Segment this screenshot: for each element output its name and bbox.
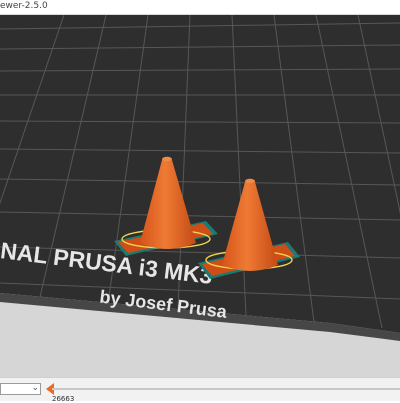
title-bar: ewer-2.5.0: [0, 0, 400, 15]
chevron-down-icon[interactable]: ⌄: [31, 383, 39, 393]
horizontal-slider[interactable]: [52, 388, 400, 390]
slider-value: 26663: [52, 395, 75, 403]
bottom-panel: ⌄ 26663: [0, 377, 400, 403]
layer-select[interactable]: ⌄: [0, 383, 41, 395]
3d-viewport[interactable]: NAL PRUSA i3 MK3 by Josef Prusa: [0, 15, 400, 377]
window-title: ewer-2.5.0: [0, 1, 48, 11]
print-bed-scene[interactable]: NAL PRUSA i3 MK3 by Josef Prusa: [0, 15, 400, 377]
